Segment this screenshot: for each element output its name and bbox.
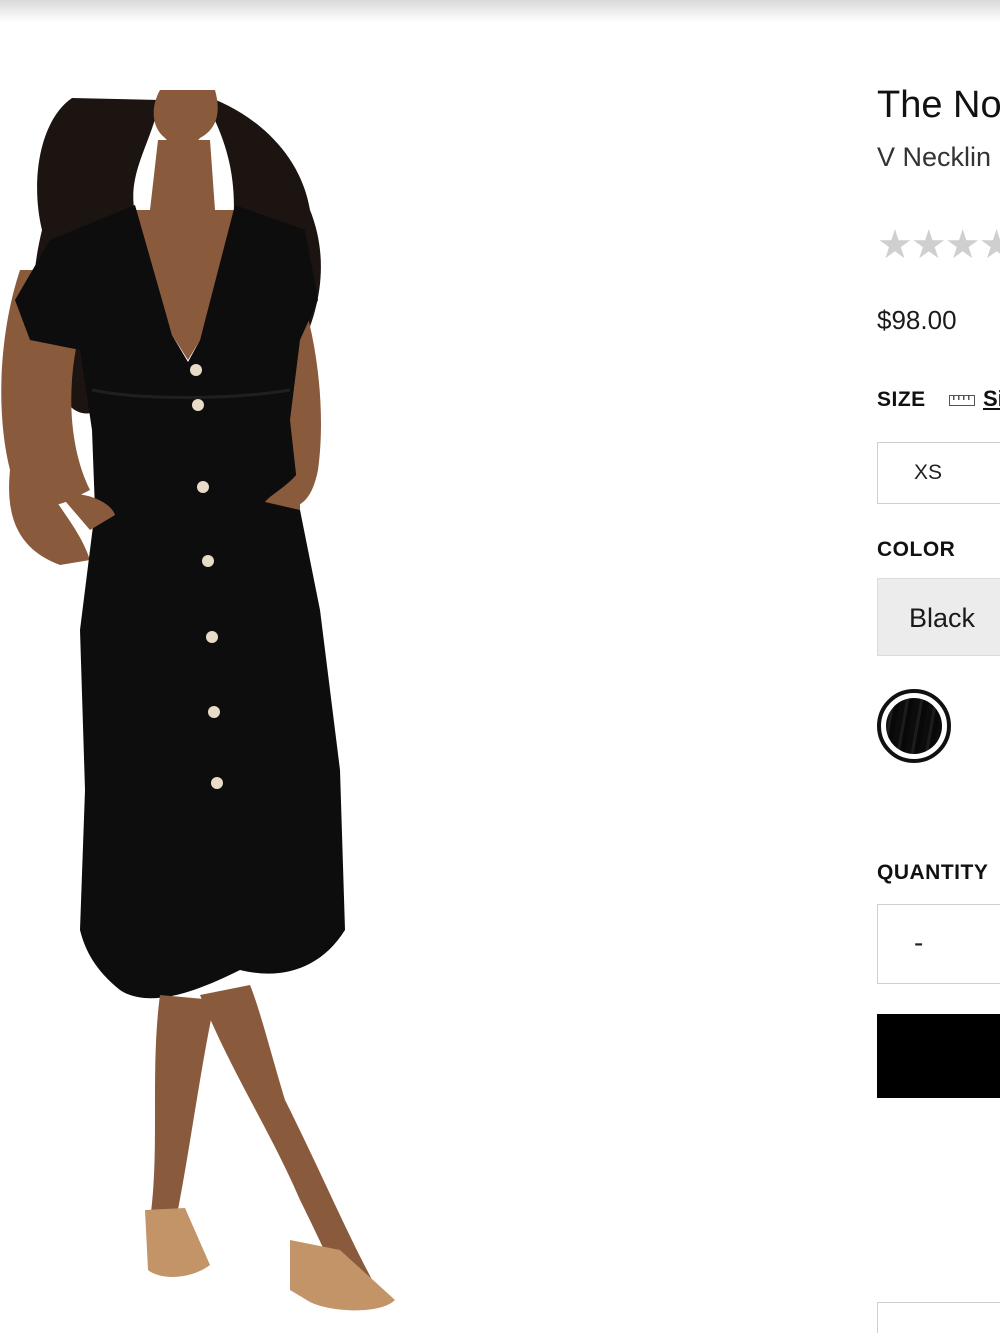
size-guide-link[interactable]: Si — [949, 386, 1000, 412]
swatch-fill — [886, 698, 942, 754]
star-icon: ★ — [877, 223, 913, 267]
product-price: $98.00 — [877, 305, 957, 335]
quantity-stepper: - — [877, 904, 1000, 984]
quantity-decrement-button[interactable]: - — [914, 927, 923, 959]
size-option-xs[interactable]: XS — [877, 442, 1000, 504]
color-swatch-black[interactable] — [877, 689, 951, 763]
product-subtitle: V Necklin — [877, 142, 992, 172]
quantity-label: QUANTITY — [877, 861, 989, 884]
size-label: SIZE — [877, 388, 926, 411]
rating-stars[interactable]: ★★★★ — [877, 222, 1000, 268]
color-select[interactable]: Black — [877, 578, 1000, 656]
add-to-bag-button[interactable] — [877, 1014, 1000, 1098]
star-icon: ★ — [910, 223, 947, 267]
product-title: The No — [877, 84, 1000, 126]
color-label: COLOR — [877, 538, 956, 561]
secondary-action-button[interactable] — [877, 1302, 1000, 1333]
size-guide-label: Si — [983, 386, 1000, 411]
product-details: The No V Necklin ★★★★ $98.00 SIZE Si XS … — [877, 0, 1000, 1333]
star-icon: ★ — [978, 223, 1000, 267]
top-shadow — [0, 0, 1000, 22]
star-icon: ★ — [944, 223, 981, 267]
ruler-icon — [949, 394, 975, 406]
product-image — [1, 90, 395, 1311]
